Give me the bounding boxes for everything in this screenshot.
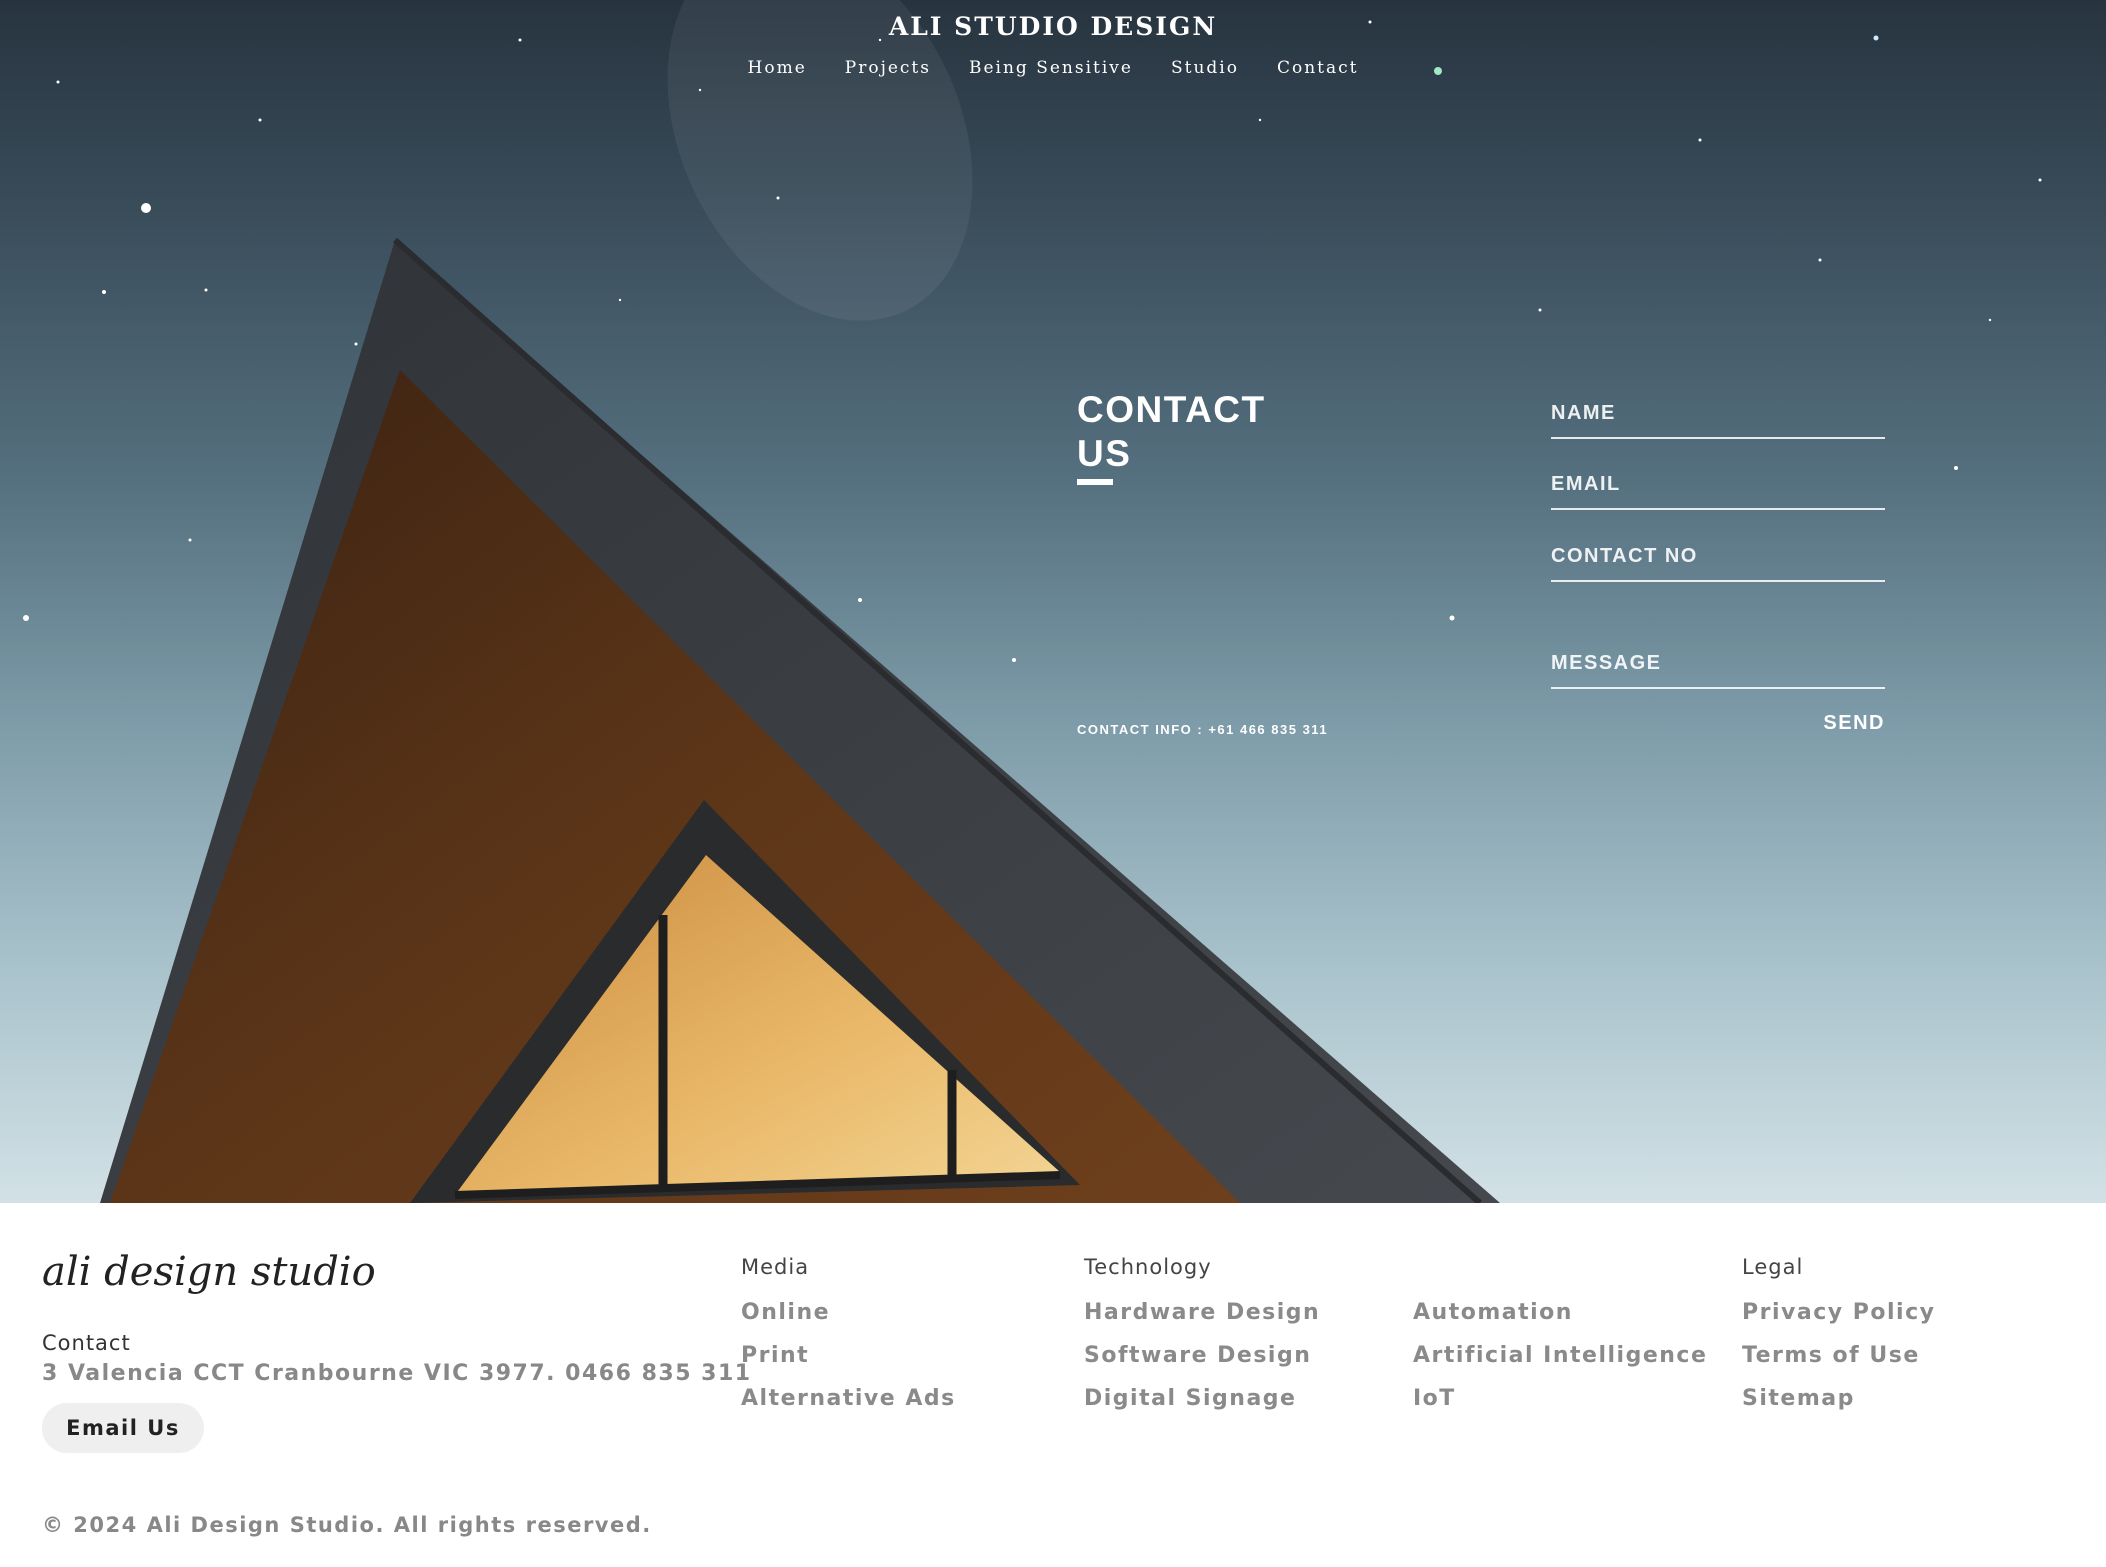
footer-link-online[interactable]: Online bbox=[741, 1300, 956, 1325]
main-navigation: Home Projects Being Sensitive Studio Con… bbox=[0, 58, 2106, 78]
footer-link-automation[interactable]: Automation bbox=[1413, 1300, 1707, 1325]
message-input[interactable]: MESSAGE bbox=[1551, 652, 1885, 689]
footer-link-alternative-ads[interactable]: Alternative Ads bbox=[741, 1386, 956, 1411]
column-heading: Media bbox=[741, 1255, 810, 1279]
copyright-text: © 2024 Ali Design Studio. All rights res… bbox=[42, 1513, 652, 1537]
name-input[interactable]: NAME bbox=[1551, 402, 1885, 439]
contact-info-phone: +61 466 835 311 bbox=[1208, 722, 1329, 737]
column-heading: Technology bbox=[1084, 1255, 1212, 1279]
footer-address: 3 Valencia CCT Cranbourne VIC 3977. 0466… bbox=[42, 1361, 752, 1386]
footer-column-media: Media Online Print Alternative Ads bbox=[741, 1255, 956, 1429]
footer-contact-label: Contact bbox=[42, 1331, 131, 1355]
email-input[interactable]: EMAIL bbox=[1551, 473, 1885, 510]
nav-contact[interactable]: Contact bbox=[1277, 58, 1359, 78]
nav-being-sensitive[interactable]: Being Sensitive bbox=[969, 58, 1133, 78]
contact-heading: CONTACT US bbox=[1077, 389, 1266, 475]
footer-link-artificial-intelligence[interactable]: Artificial Intelligence bbox=[1413, 1343, 1707, 1368]
nav-studio[interactable]: Studio bbox=[1171, 58, 1239, 78]
heading-underline bbox=[1077, 479, 1113, 485]
contact-info: CONTACT INFO : +61 466 835 311 bbox=[1077, 722, 1328, 737]
footer-link-print[interactable]: Print bbox=[741, 1343, 956, 1368]
hero-section: ALI STUDIO DESIGN Home Projects Being Se… bbox=[0, 0, 2106, 1203]
hero-background-image bbox=[23, 0, 2042, 1203]
contact-no-input[interactable]: CONTACT NO bbox=[1551, 545, 1885, 582]
footer-logo: ali design studio bbox=[42, 1249, 376, 1295]
footer-link-software-design[interactable]: Software Design bbox=[1084, 1343, 1320, 1368]
contact-info-label: CONTACT INFO : bbox=[1077, 722, 1204, 737]
site-footer: ali design studio Contact 3 Valencia CCT… bbox=[0, 1203, 2106, 1567]
column-heading: Legal bbox=[1742, 1255, 1804, 1279]
footer-column-technology: Technology Hardware Design Software Desi… bbox=[1084, 1255, 1320, 1429]
column-heading bbox=[1413, 1255, 1707, 1279]
footer-column-technology-more: Automation Artificial Intelligence IoT bbox=[1413, 1255, 1707, 1429]
footer-column-legal: Legal Privacy Policy Terms of Use Sitema… bbox=[1742, 1255, 1935, 1429]
site-brand-title[interactable]: ALI STUDIO DESIGN bbox=[0, 12, 2106, 41]
footer-link-iot[interactable]: IoT bbox=[1413, 1386, 1707, 1411]
nav-projects[interactable]: Projects bbox=[845, 58, 931, 78]
nav-home[interactable]: Home bbox=[748, 58, 807, 78]
footer-link-digital-signage[interactable]: Digital Signage bbox=[1084, 1386, 1320, 1411]
footer-link-sitemap[interactable]: Sitemap bbox=[1742, 1386, 1935, 1411]
email-us-button[interactable]: Email Us bbox=[42, 1403, 204, 1453]
footer-link-terms-of-use[interactable]: Terms of Use bbox=[1742, 1343, 1935, 1368]
send-button[interactable]: SEND bbox=[1800, 712, 1885, 735]
footer-link-privacy-policy[interactable]: Privacy Policy bbox=[1742, 1300, 1935, 1325]
footer-link-hardware-design[interactable]: Hardware Design bbox=[1084, 1300, 1320, 1325]
